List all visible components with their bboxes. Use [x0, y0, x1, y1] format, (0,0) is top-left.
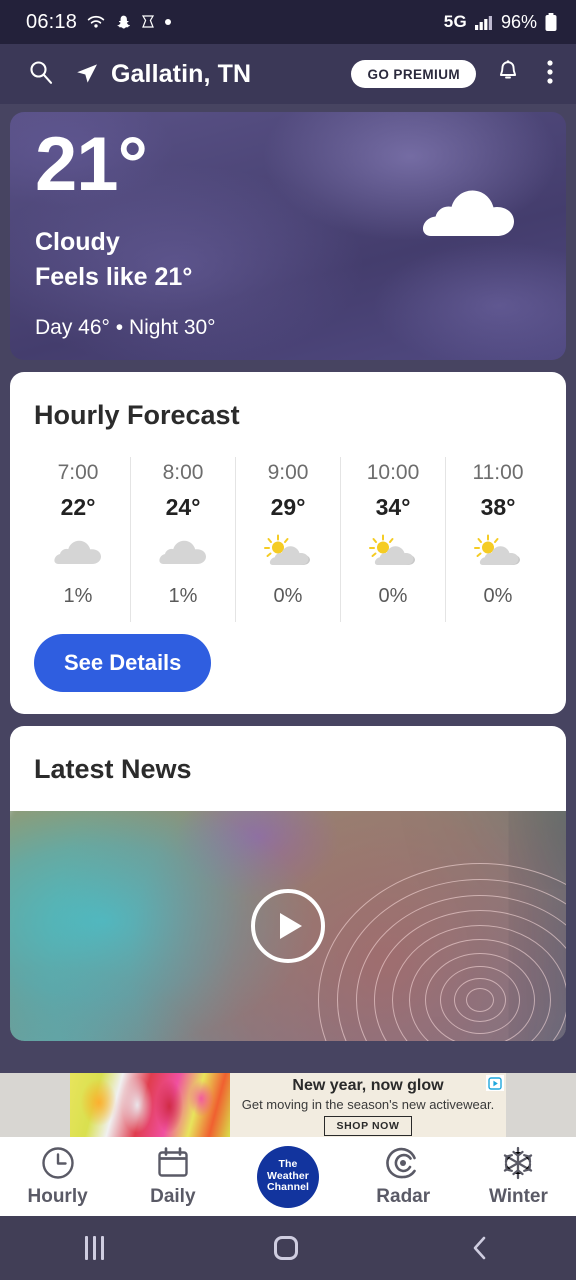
hourly-forecast-card: Hourly Forecast 7:00 22° 1% 8:00 24° 1% …	[10, 372, 566, 714]
sun-behind-cloud-icon	[446, 531, 550, 573]
status-bar-left: 06:18	[26, 11, 172, 34]
app-icon	[141, 14, 155, 30]
logo-line-3: Channel	[266, 1181, 310, 1194]
sun-behind-cloud-icon	[236, 531, 340, 573]
nav-item-winter[interactable]: Winter	[461, 1145, 576, 1208]
hour-time: 7:00	[57, 461, 99, 484]
current-conditions-card[interactable]: 21° Cloudy Feels like 21° Day 46° • Nigh…	[10, 112, 566, 360]
ad-content[interactable]: New year, now glow Get moving in the sea…	[70, 1073, 506, 1137]
home-icon[interactable]	[234, 1236, 338, 1260]
overflow-menu-icon[interactable]	[540, 58, 560, 91]
search-icon[interactable]	[22, 59, 60, 90]
ad-banner[interactable]: New year, now glow Get moving in the sea…	[0, 1073, 576, 1137]
see-details-button[interactable]: See Details	[34, 634, 212, 692]
hourly-forecast-row: 7:00 22° 1% 8:00 24° 1% 9:00 29° 0% 10:0…	[26, 457, 550, 622]
location-label: Gallatin, TN	[111, 59, 252, 88]
shop-now-button[interactable]: SHOP NOW	[323, 1116, 413, 1136]
ad-headline: New year, now glow	[292, 1077, 444, 1094]
news-video-thumbnail[interactable]	[10, 811, 566, 1041]
status-bar: 06:18 5G 96%	[0, 0, 576, 44]
adchoices-icon[interactable]	[486, 1075, 504, 1091]
current-temperature: 21°	[35, 122, 148, 207]
battery-icon	[544, 12, 558, 32]
ad-product-image	[70, 1073, 230, 1137]
back-icon[interactable]	[429, 1234, 531, 1262]
logo-line-1: The	[278, 1157, 298, 1170]
latest-news-title: Latest News	[34, 754, 192, 784]
nav-item-hourly[interactable]: Hourly	[0, 1145, 115, 1208]
current-conditions-text: 21° Cloudy Feels like 21° Day 46° • Nigh…	[35, 122, 216, 340]
recents-icon[interactable]	[45, 1236, 144, 1260]
scroll-container[interactable]: 21° Cloudy Feels like 21° Day 46° • Nigh…	[0, 104, 576, 1073]
battery-label: 96%	[500, 11, 537, 32]
hour-precip: 0%	[483, 585, 513, 607]
status-time: 06:18	[26, 10, 78, 33]
status-bar-right: 5G 96%	[444, 12, 558, 33]
snowflake-icon	[500, 1145, 536, 1181]
hour-temp: 22°	[60, 494, 96, 520]
hour-precip: 1%	[168, 585, 198, 607]
hour-precip: 0%	[273, 585, 303, 607]
cloud-icon	[26, 531, 130, 573]
hour-temp: 24°	[165, 494, 201, 520]
location-button[interactable]: Gallatin, TN	[74, 60, 337, 89]
phone-screen: 06:18 5G 96% Gallatin, TN GO PREMIUM 21°…	[0, 0, 576, 1280]
signal-bars-icon	[474, 14, 494, 31]
hour-time: 10:00	[366, 461, 420, 484]
radar-icon	[385, 1145, 421, 1181]
hour-precip: 1%	[63, 585, 93, 607]
hour-time: 9:00	[267, 461, 309, 484]
app-header: Gallatin, TN GO PREMIUM	[0, 44, 576, 104]
wifi-icon	[86, 14, 106, 30]
ad-text: New year, now glow Get moving in the sea…	[230, 1073, 506, 1137]
android-navigation-bar	[0, 1216, 576, 1280]
play-icon[interactable]	[251, 889, 325, 963]
hourly-column[interactable]: 8:00 24° 1%	[131, 457, 236, 622]
hourly-column[interactable]: 11:00 38° 0%	[446, 457, 550, 622]
go-premium-button[interactable]: GO PREMIUM	[351, 60, 476, 88]
latest-news-card: Latest News	[10, 726, 566, 1041]
snapchat-icon	[115, 14, 132, 31]
nav-label-winter: Winter	[488, 1186, 548, 1207]
hour-temp: 38°	[480, 494, 516, 520]
network-label: 5G	[443, 12, 467, 31]
bell-icon[interactable]	[490, 59, 526, 90]
clock-icon	[40, 1145, 76, 1181]
feels-like: Feels like 21°	[35, 262, 193, 291]
hourly-column[interactable]: 9:00 29° 0%	[236, 457, 341, 622]
bottom-navigation: Hourly Daily The Weather Channel Radar W…	[0, 1137, 576, 1216]
hour-temp: 29°	[270, 494, 306, 520]
calendar-icon	[155, 1145, 191, 1181]
nav-item-weather-channel[interactable]: The Weather Channel	[230, 1145, 345, 1208]
weather-channel-logo: The Weather Channel	[257, 1145, 319, 1208]
hour-precip: 0%	[378, 585, 408, 607]
dot-icon	[164, 18, 172, 26]
nav-item-radar[interactable]: Radar	[346, 1145, 461, 1208]
cloud-icon	[413, 180, 518, 247]
recents-bars	[85, 1236, 105, 1260]
location-arrow-icon	[74, 61, 100, 87]
hour-temp: 34°	[375, 494, 411, 520]
hour-time: 8:00	[162, 461, 204, 484]
play-triangle	[280, 913, 302, 939]
nav-item-daily[interactable]: Daily	[115, 1145, 230, 1208]
nav-label-daily: Daily	[150, 1186, 196, 1207]
cloud-icon	[131, 531, 235, 573]
hourly-forecast-title: Hourly Forecast	[34, 400, 240, 430]
hourly-column[interactable]: 7:00 22° 1%	[26, 457, 131, 622]
current-condition: Cloudy	[35, 227, 120, 256]
nav-label-hourly: Hourly	[27, 1186, 88, 1207]
hourly-column[interactable]: 10:00 34° 0%	[341, 457, 446, 622]
home-square	[274, 1236, 299, 1260]
pressure-contour-rings	[310, 855, 566, 1041]
sun-behind-cloud-icon	[341, 531, 445, 573]
ad-subtext: Get moving in the season's new activewea…	[241, 1097, 495, 1112]
hour-time: 11:00	[472, 461, 524, 484]
nav-label-radar: Radar	[376, 1186, 431, 1207]
day-night-temps: Day 46° • Night 30°	[35, 315, 216, 339]
